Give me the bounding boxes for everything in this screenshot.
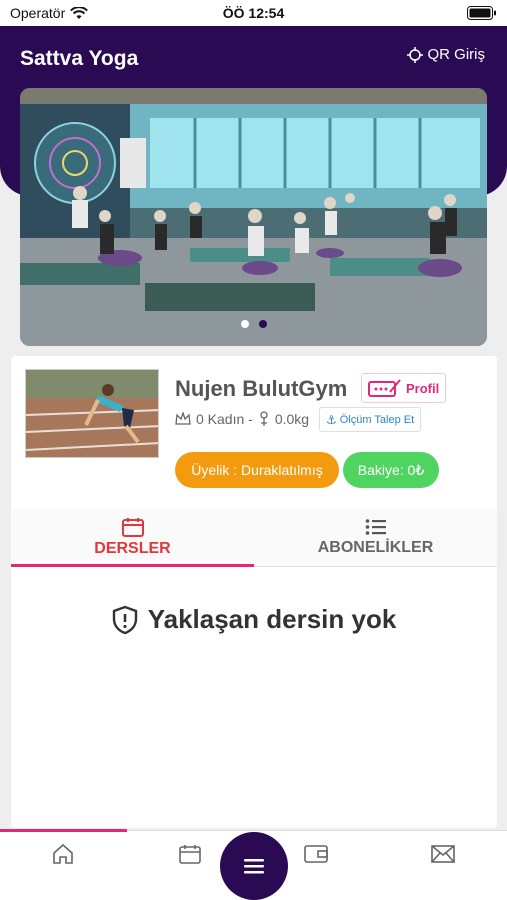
measurement-request-label: Ölçüm Talep Et [339, 413, 415, 426]
tab-abonelikler[interactable]: ABONELİKLER [254, 509, 497, 566]
tab-dersler[interactable]: DERSLER [11, 509, 254, 567]
app-title: Sattva Yoga [20, 47, 139, 70]
tab-bar: DERSLER ABONELİKLER [11, 509, 497, 567]
measurement-request-button[interactable]: ⚓ Ölçüm Talep Et [319, 407, 422, 432]
menu-icon [244, 859, 264, 874]
anchor-icon: ⚓ [326, 412, 337, 427]
carousel-dots [20, 320, 487, 328]
carrier-label: Operatör [10, 5, 66, 21]
profile-stats: 0 Kadın - 0.0kg [175, 411, 309, 427]
yoga-studio-photo [20, 88, 487, 346]
crosshair-icon [406, 46, 423, 63]
list-icon [365, 519, 386, 535]
qr-login-label: QR Giriş [427, 46, 486, 63]
home-icon [53, 843, 73, 864]
edit-profile-icon [368, 379, 401, 397]
nav-wallet[interactable] [296, 841, 336, 867]
qr-login-button[interactable]: QR Giriş [406, 46, 486, 63]
banner-carousel[interactable] [20, 88, 487, 346]
battery-icon [467, 6, 496, 20]
calendar-icon [121, 518, 144, 537]
shield-alert-icon [112, 605, 137, 634]
nav-home[interactable] [43, 841, 83, 867]
status-left: Operatör [10, 5, 89, 21]
nav-messages[interactable] [423, 841, 463, 867]
carousel-dot-active[interactable] [258, 320, 267, 328]
crown-icon [175, 412, 191, 425]
profile-name: Nujen BulutGym [175, 376, 348, 401]
menu-fab-button[interactable] [220, 832, 288, 900]
profile-photo [25, 369, 159, 458]
tab-dersler-label: DERSLER [94, 540, 171, 557]
weight-text: 0.0kg [274, 411, 310, 427]
nav-calendar[interactable] [170, 841, 210, 867]
edit-profile-button[interactable]: Profil [361, 373, 447, 403]
wifi-icon [70, 6, 89, 19]
carousel-dot[interactable] [240, 320, 249, 328]
active-nav-indicator [0, 829, 127, 832]
status-bar: Operatör ÖÖ 12:54 [0, 0, 507, 26]
edit-profile-label: Profil [406, 380, 440, 396]
wallet-icon [304, 845, 328, 863]
membership-status-badge[interactable]: Üyelik : Duraklatılmış [175, 452, 339, 488]
balance-badge[interactable]: Bakiye: 0₺ [343, 452, 439, 488]
weight-icon [260, 411, 268, 426]
mail-icon [431, 845, 455, 863]
tab-abonelikler-label: ABONELİKLER [317, 539, 434, 556]
stats-text: 0 Kadın - [196, 411, 253, 427]
empty-state: Yaklaşan dersin yok [11, 604, 497, 635]
empty-state-message: Yaklaşan dersin yok [147, 604, 397, 634]
profile-card: Nujen BulutGym Profil 0 Kadın - 0.0kg ⚓ … [11, 356, 497, 828]
calendar-icon [179, 845, 201, 864]
